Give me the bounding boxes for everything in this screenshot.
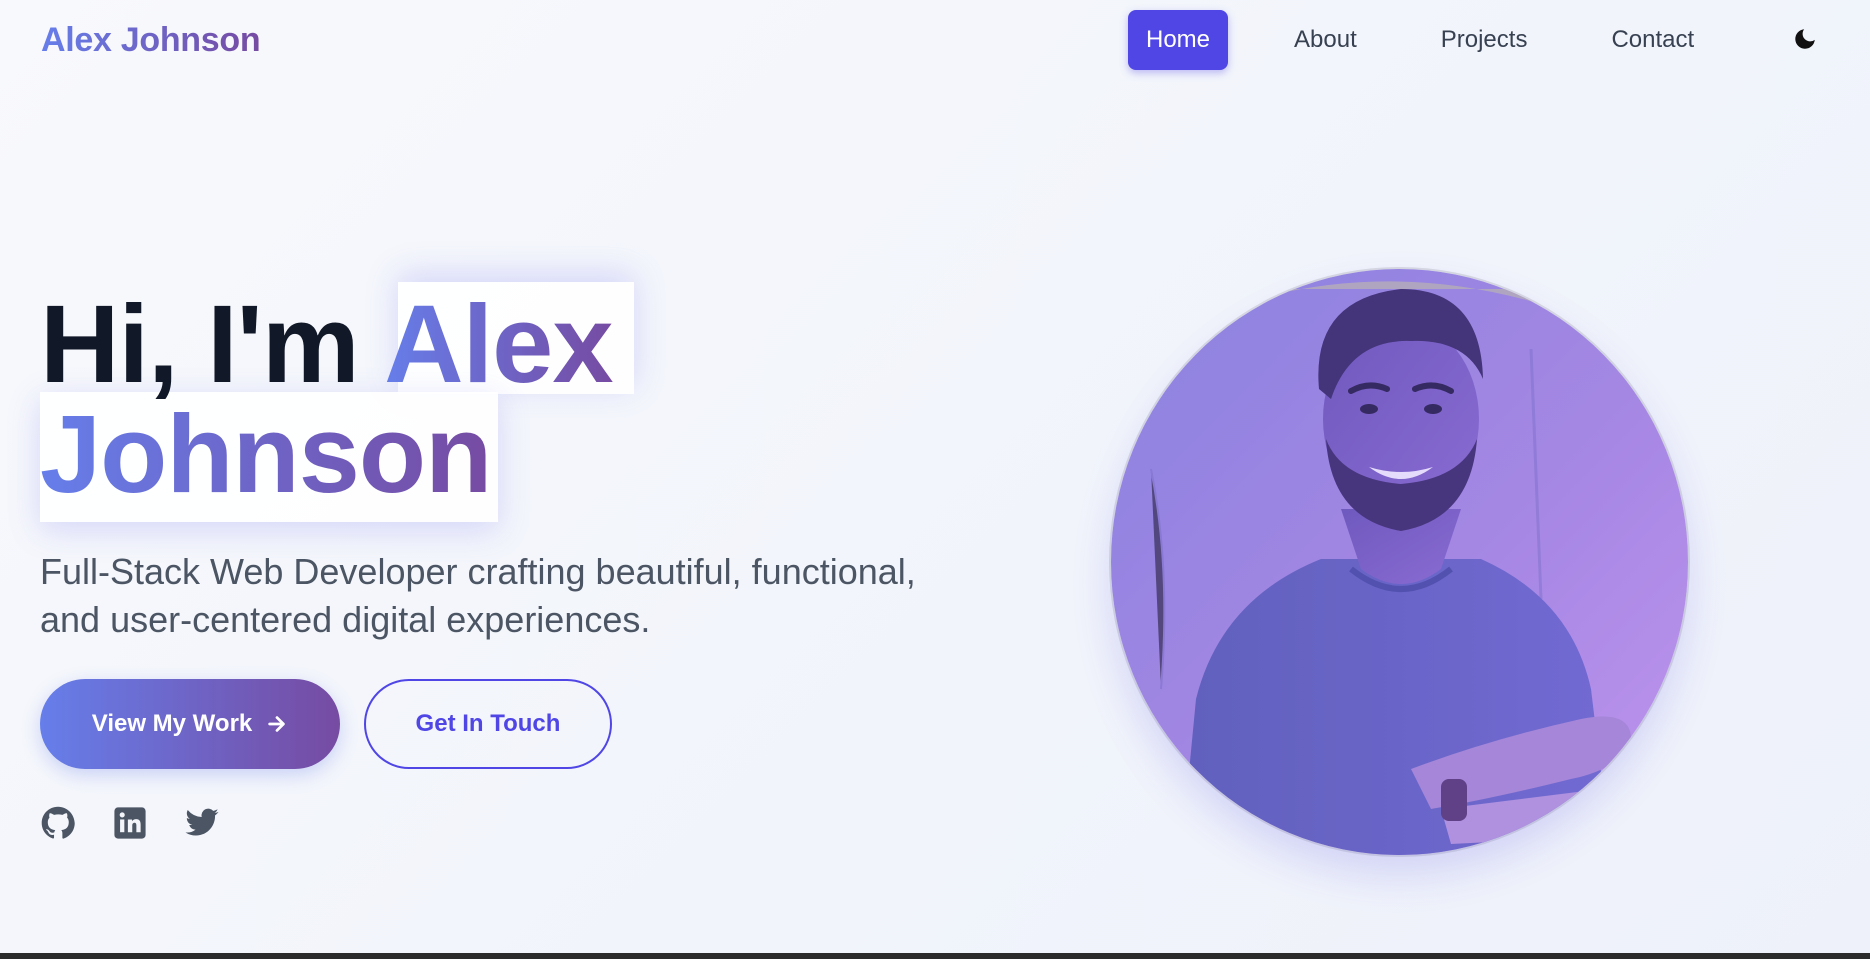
hero-subtitle: Full-Stack Web Developer crafting beauti… xyxy=(40,551,916,640)
nav-item-home[interactable]: Home xyxy=(1128,10,1229,70)
view-my-work-button[interactable]: View My Work xyxy=(40,679,340,769)
social-links xyxy=(40,805,256,841)
view-my-work-label: View My Work xyxy=(91,710,253,737)
nav-item-about[interactable]: About xyxy=(1276,10,1375,70)
hero-greeting: Hi, I'm xyxy=(40,283,385,406)
navbar: Alex Johnson Home About Projects Contact xyxy=(0,0,1870,82)
arrow-right-icon xyxy=(266,713,288,735)
hero-name-first: Alex xyxy=(384,283,613,406)
nav-item-contact[interactable]: Contact xyxy=(1593,10,1712,70)
linkedin-icon[interactable] xyxy=(112,805,148,841)
theme-toggle-button[interactable] xyxy=(1788,24,1822,58)
nav-item-projects[interactable]: Projects xyxy=(1423,10,1546,70)
nav-links: Home About Projects Contact xyxy=(1128,10,1712,70)
moon-icon xyxy=(1792,26,1818,57)
twitter-icon[interactable] xyxy=(184,805,220,841)
get-in-touch-button[interactable]: Get In Touch xyxy=(364,679,612,769)
hero-title: Hi, I'm Alex Johnson xyxy=(40,290,720,510)
profile-photo xyxy=(1111,269,1688,855)
hero-name-last: Johnson xyxy=(40,393,492,516)
bottom-edge xyxy=(0,953,1870,959)
brand-logo[interactable]: Alex Johnson xyxy=(41,18,261,62)
github-icon[interactable] xyxy=(40,805,76,841)
